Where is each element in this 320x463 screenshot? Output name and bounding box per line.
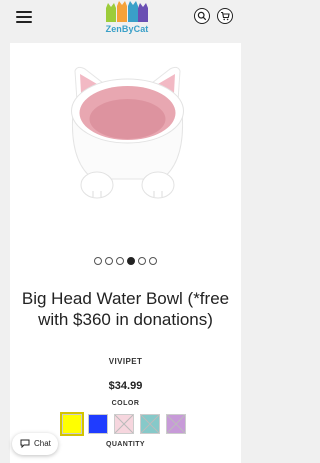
gallery-dot-5[interactable] <box>138 257 146 265</box>
search-icon <box>197 11 207 21</box>
product-image[interactable] <box>55 61 200 201</box>
gallery-dot-1[interactable] <box>94 257 102 265</box>
unavailable-cross-icon <box>115 415 133 433</box>
gallery-dot-4[interactable] <box>127 257 135 265</box>
search-button[interactable] <box>194 8 210 24</box>
color-swatch-blue[interactable] <box>88 414 108 434</box>
color-swatch-yellow[interactable] <box>60 412 84 436</box>
chat-label: Chat <box>34 439 51 448</box>
cart-button[interactable] <box>217 8 233 24</box>
site-logo[interactable]: ZenByCat <box>98 0 156 36</box>
cats-logo-icon <box>106 1 148 22</box>
product-title: Big Head Water Bowl (*free with $360 in … <box>21 289 230 329</box>
cart-icon <box>221 11 230 21</box>
water-bowl-image <box>71 66 184 199</box>
site-header: ZenByCat <box>0 0 250 38</box>
color-swatch-purple[interactable] <box>166 414 186 434</box>
unavailable-cross-icon <box>167 415 185 433</box>
logo-text: ZenByCat <box>105 24 149 34</box>
product-card: Big Head Water Bowl (*free with $360 in … <box>10 43 241 463</box>
hamburger-menu-icon[interactable] <box>16 11 32 23</box>
chat-bubble-icon <box>20 439 30 448</box>
color-label: COLOR <box>111 400 140 407</box>
gallery-dot-6[interactable] <box>149 257 157 265</box>
unavailable-cross-icon <box>141 415 159 433</box>
color-swatch-teal[interactable] <box>140 414 160 434</box>
chat-button[interactable]: Chat <box>12 433 58 455</box>
product-price: $34.99 <box>108 380 143 392</box>
gallery-dot-3[interactable] <box>116 257 124 265</box>
color-swatch-pink[interactable] <box>114 414 134 434</box>
product-vendor[interactable]: VIVIPET <box>10 357 241 366</box>
gallery-dot-2[interactable] <box>105 257 113 265</box>
